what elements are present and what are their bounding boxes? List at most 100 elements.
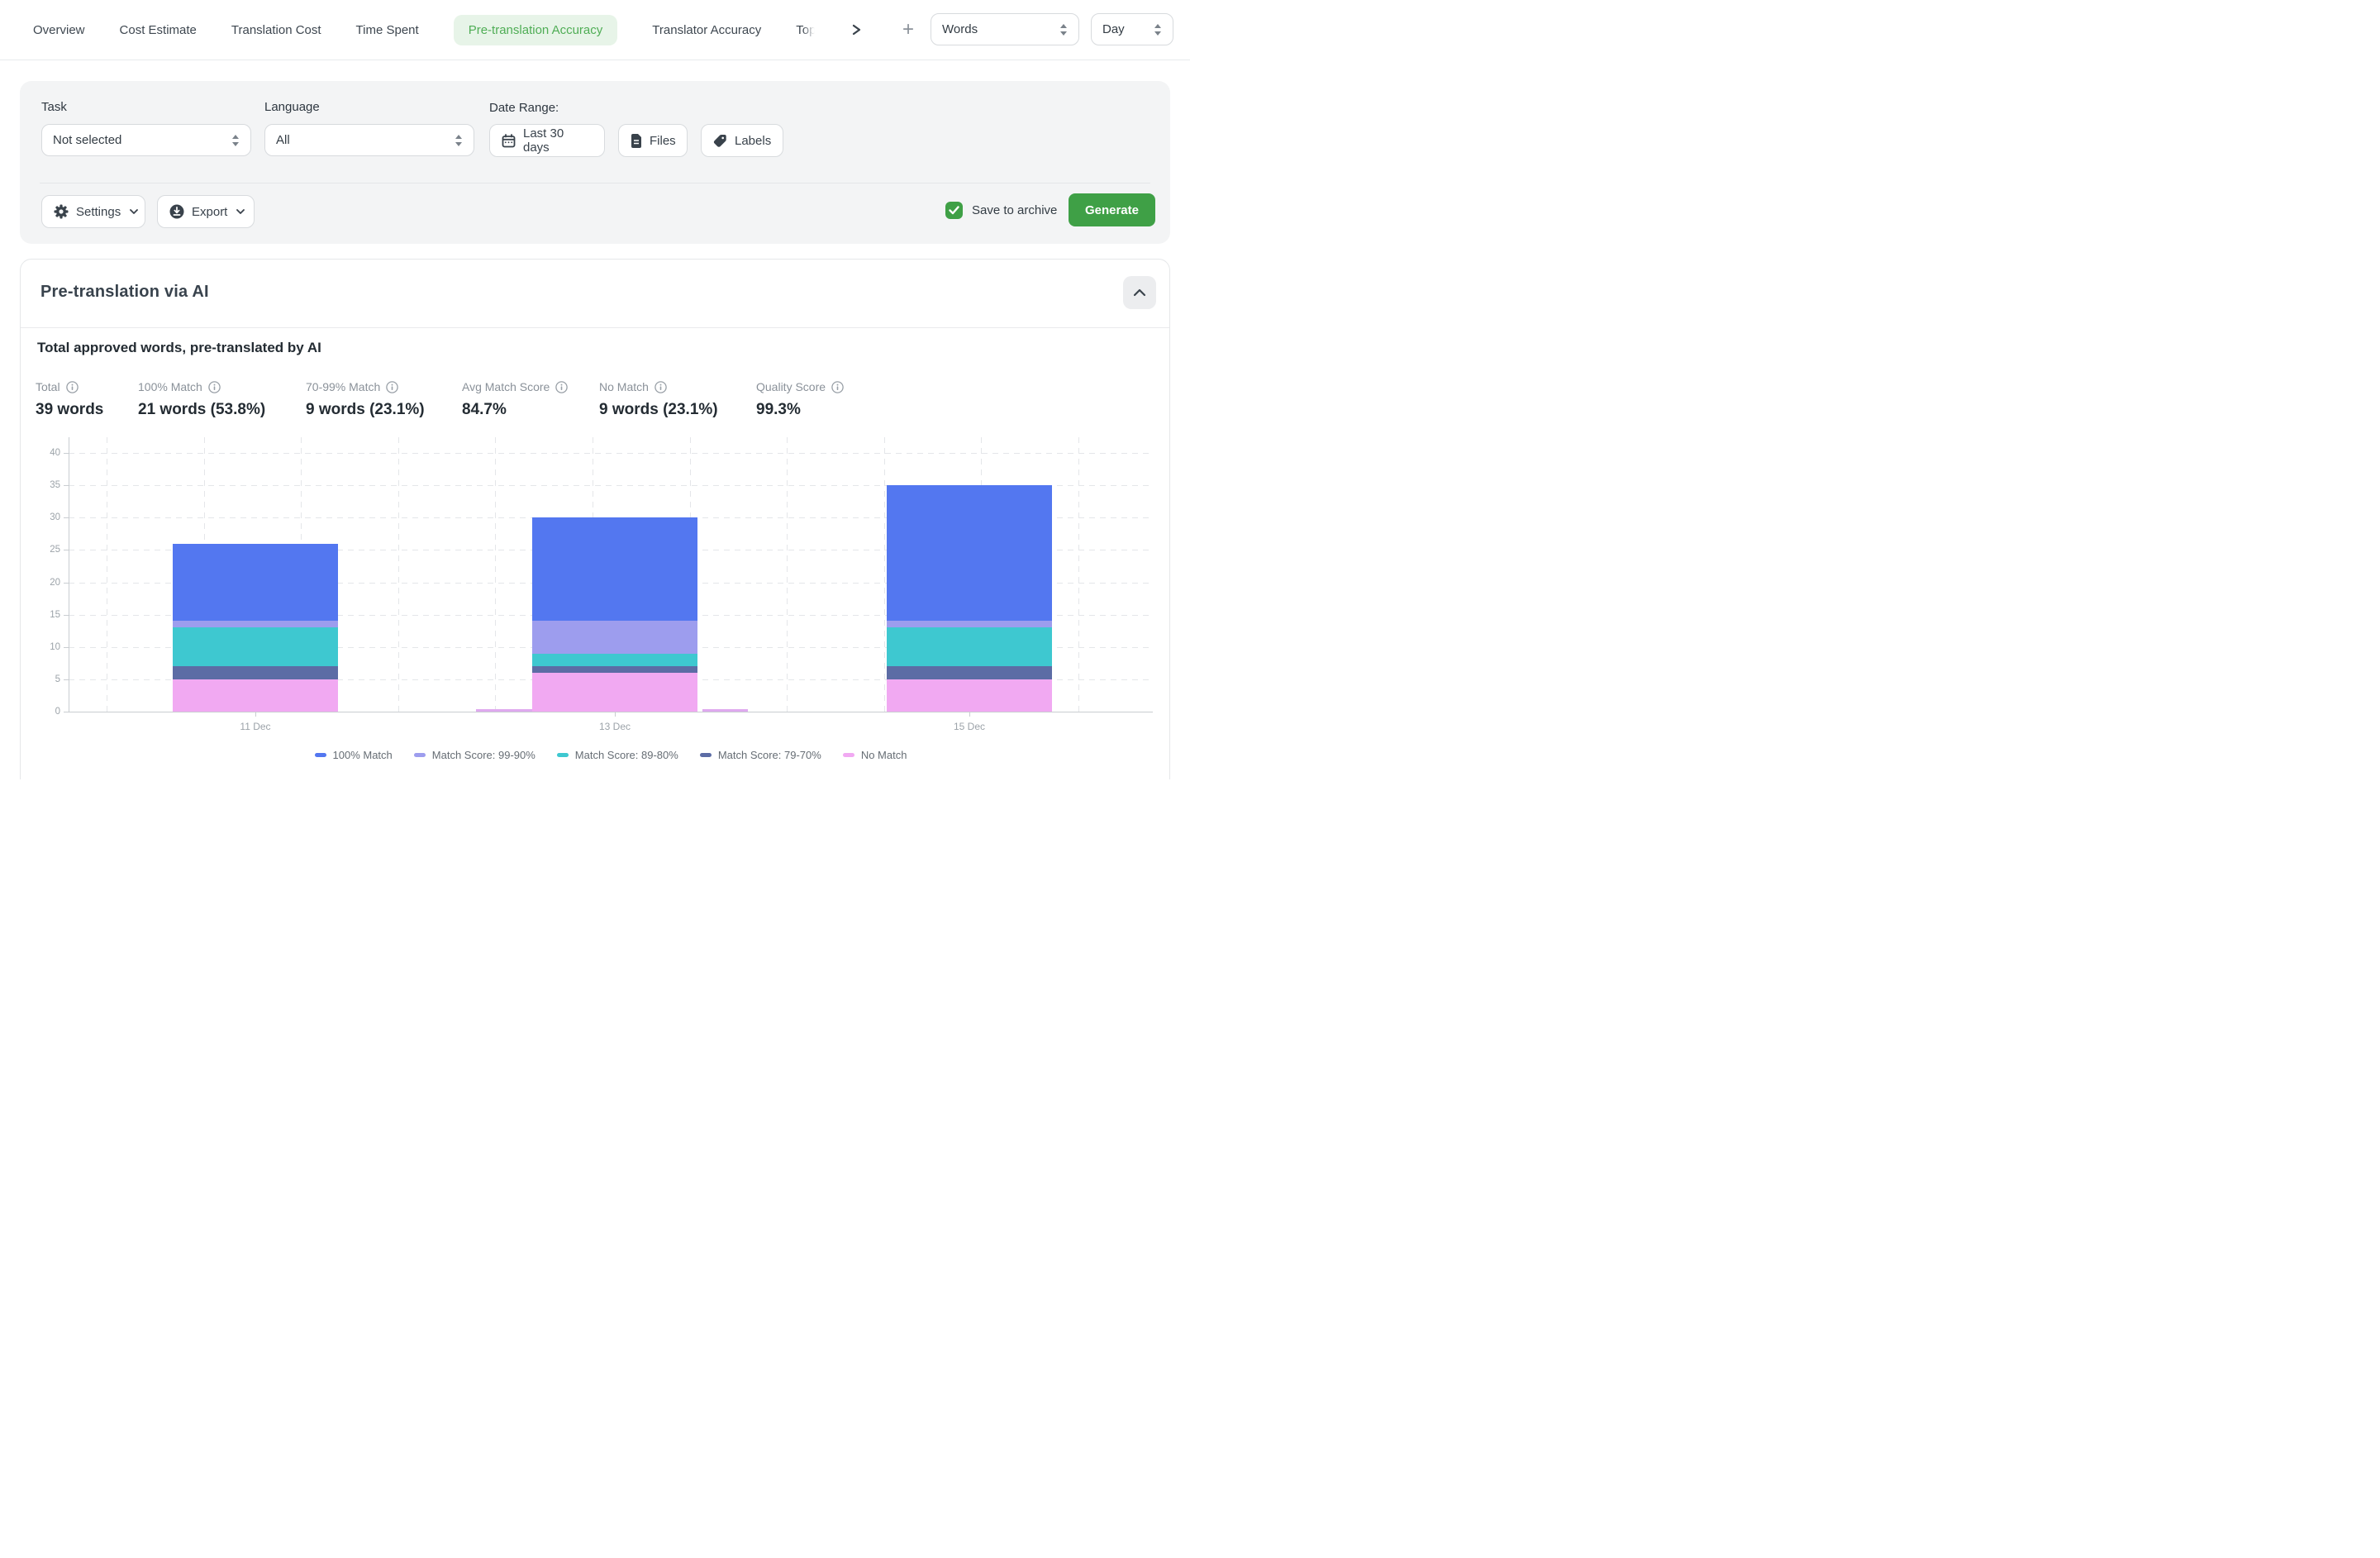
stat-value: 9 words (23.1%) (599, 401, 718, 419)
task-select[interactable]: Not selected (41, 124, 251, 156)
stepper-icon (455, 134, 463, 147)
add-tab-button[interactable]: + (897, 18, 919, 41)
legend-label: 100% Match (333, 749, 393, 761)
near-zero-bar[interactable] (702, 709, 748, 712)
tab-pre-translation-accuracy[interactable]: Pre-translation Accuracy (454, 15, 618, 45)
period-select-value: Day (1102, 22, 1125, 36)
files-button[interactable]: Files (618, 124, 688, 157)
language-select[interactable]: All (264, 124, 474, 156)
stat-label: Quality Score (756, 380, 826, 393)
caret-down-icon (130, 209, 138, 214)
files-button-label: Files (650, 134, 676, 148)
info-icon[interactable] (555, 381, 568, 393)
stat-label: 70-99% Match (306, 380, 380, 393)
legend-item[interactable]: 100% Match (315, 749, 393, 761)
export-button[interactable]: Export (157, 195, 255, 228)
tab-time-spent[interactable]: Time Spent (356, 23, 419, 37)
info-icon[interactable] (208, 381, 221, 393)
near-zero-bar[interactable] (476, 709, 532, 712)
tab-translation-cost[interactable]: Translation Cost (231, 23, 321, 37)
stat-label: Avg Match Score (462, 380, 550, 393)
bar-segment[interactable] (173, 544, 338, 622)
tab-list: Overview Cost Estimate Translation Cost … (33, 0, 836, 60)
stat-value: 84.7% (462, 401, 568, 419)
bar-segment[interactable] (173, 679, 338, 712)
legend-item[interactable]: Match Score: 79-70% (700, 749, 821, 761)
stat-value: 21 words (53.8%) (138, 401, 265, 419)
legend-label: Match Score: 99-90% (432, 749, 536, 761)
legend-label: Match Score: 79-70% (718, 749, 821, 761)
legend-item[interactable]: Match Score: 99-90% (414, 749, 536, 761)
bar-segment[interactable] (532, 673, 697, 712)
save-to-archive-label: Save to archive (972, 203, 1057, 217)
bar-segment[interactable] (887, 485, 1052, 621)
tab-top-truncated[interactable]: Top (796, 23, 816, 37)
info-icon[interactable] (66, 381, 79, 393)
collapse-card-button[interactable] (1123, 276, 1156, 309)
bar-segment[interactable] (173, 621, 338, 627)
task-label: Task (41, 100, 67, 114)
download-circle-icon (169, 204, 184, 219)
legend-item[interactable]: No Match (843, 749, 907, 761)
tab-translator-accuracy[interactable]: Translator Accuracy (652, 23, 761, 37)
legend-swatch (700, 753, 712, 757)
stat-label: No Match (599, 380, 649, 393)
filter-panel: Task Not selected Language All Date Rang… (20, 81, 1170, 244)
stat-label: 100% Match (138, 380, 202, 393)
report-tabbar: Overview Cost Estimate Translation Cost … (0, 0, 1190, 60)
date-range-value: Last 30 days (523, 126, 593, 155)
language-select-value: All (276, 133, 290, 147)
card-divider (21, 327, 1169, 328)
stepper-icon (1059, 23, 1068, 36)
bar-segment[interactable] (532, 517, 697, 621)
generate-button[interactable]: Generate (1069, 193, 1155, 226)
task-select-value: Not selected (53, 133, 121, 147)
tab-overview[interactable]: Overview (33, 23, 85, 37)
stat-value: 39 words (36, 401, 103, 419)
labels-button[interactable]: Labels (701, 124, 783, 157)
date-range-button[interactable]: Last 30 days (489, 124, 605, 157)
stat-avg-match-score: Avg Match Score 84.7% (462, 380, 568, 419)
save-to-archive-checkbox[interactable] (945, 202, 963, 219)
calendar-icon (502, 134, 516, 148)
bar-segment[interactable] (173, 627, 338, 666)
dashboard-page: Overview Cost Estimate Translation Cost … (0, 0, 1190, 779)
info-icon[interactable] (386, 381, 398, 393)
date-range-label: Date Range: (489, 101, 559, 115)
bar-segment[interactable] (532, 621, 697, 653)
settings-button-label: Settings (76, 205, 121, 219)
check-icon (949, 206, 959, 215)
caret-down-icon (236, 209, 245, 214)
tabs-overflow-button[interactable] (848, 21, 864, 38)
stat-70-99-match: 70-99% Match 9 words (23.1%) (306, 380, 425, 419)
stat-quality-score: Quality Score 99.3% (756, 380, 844, 419)
card-subtitle: Total approved words, pre-translated by … (37, 340, 321, 356)
legend-item[interactable]: Match Score: 89-80% (557, 749, 678, 761)
tab-cost-estimate[interactable]: Cost Estimate (120, 23, 197, 37)
info-icon[interactable] (654, 381, 667, 393)
chevron-up-icon (1133, 288, 1146, 297)
bar-segment[interactable] (173, 666, 338, 679)
period-select[interactable]: Day (1091, 13, 1173, 45)
bar-segment[interactable] (887, 679, 1052, 712)
bar-segment[interactable] (532, 654, 697, 667)
stepper-icon (231, 134, 240, 147)
info-icon[interactable] (831, 381, 844, 393)
legend-swatch (843, 753, 854, 757)
legend-swatch (557, 753, 569, 757)
legend-swatch (315, 753, 326, 757)
gear-icon (54, 204, 69, 219)
language-label: Language (264, 100, 320, 114)
bar-segment[interactable] (532, 666, 697, 673)
bar-segment[interactable] (887, 627, 1052, 666)
chevron-right-icon (850, 24, 862, 36)
bar-segment[interactable] (887, 621, 1052, 627)
legend-label: No Match (861, 749, 907, 761)
stat-label: Total (36, 380, 60, 393)
legend-label: Match Score: 89-80% (575, 749, 678, 761)
stat-total: Total 39 words (36, 380, 103, 419)
stat-no-match: No Match 9 words (23.1%) (599, 380, 718, 419)
metric-select[interactable]: Words (931, 13, 1079, 45)
bar-segment[interactable] (887, 666, 1052, 679)
settings-button[interactable]: Settings (41, 195, 145, 228)
